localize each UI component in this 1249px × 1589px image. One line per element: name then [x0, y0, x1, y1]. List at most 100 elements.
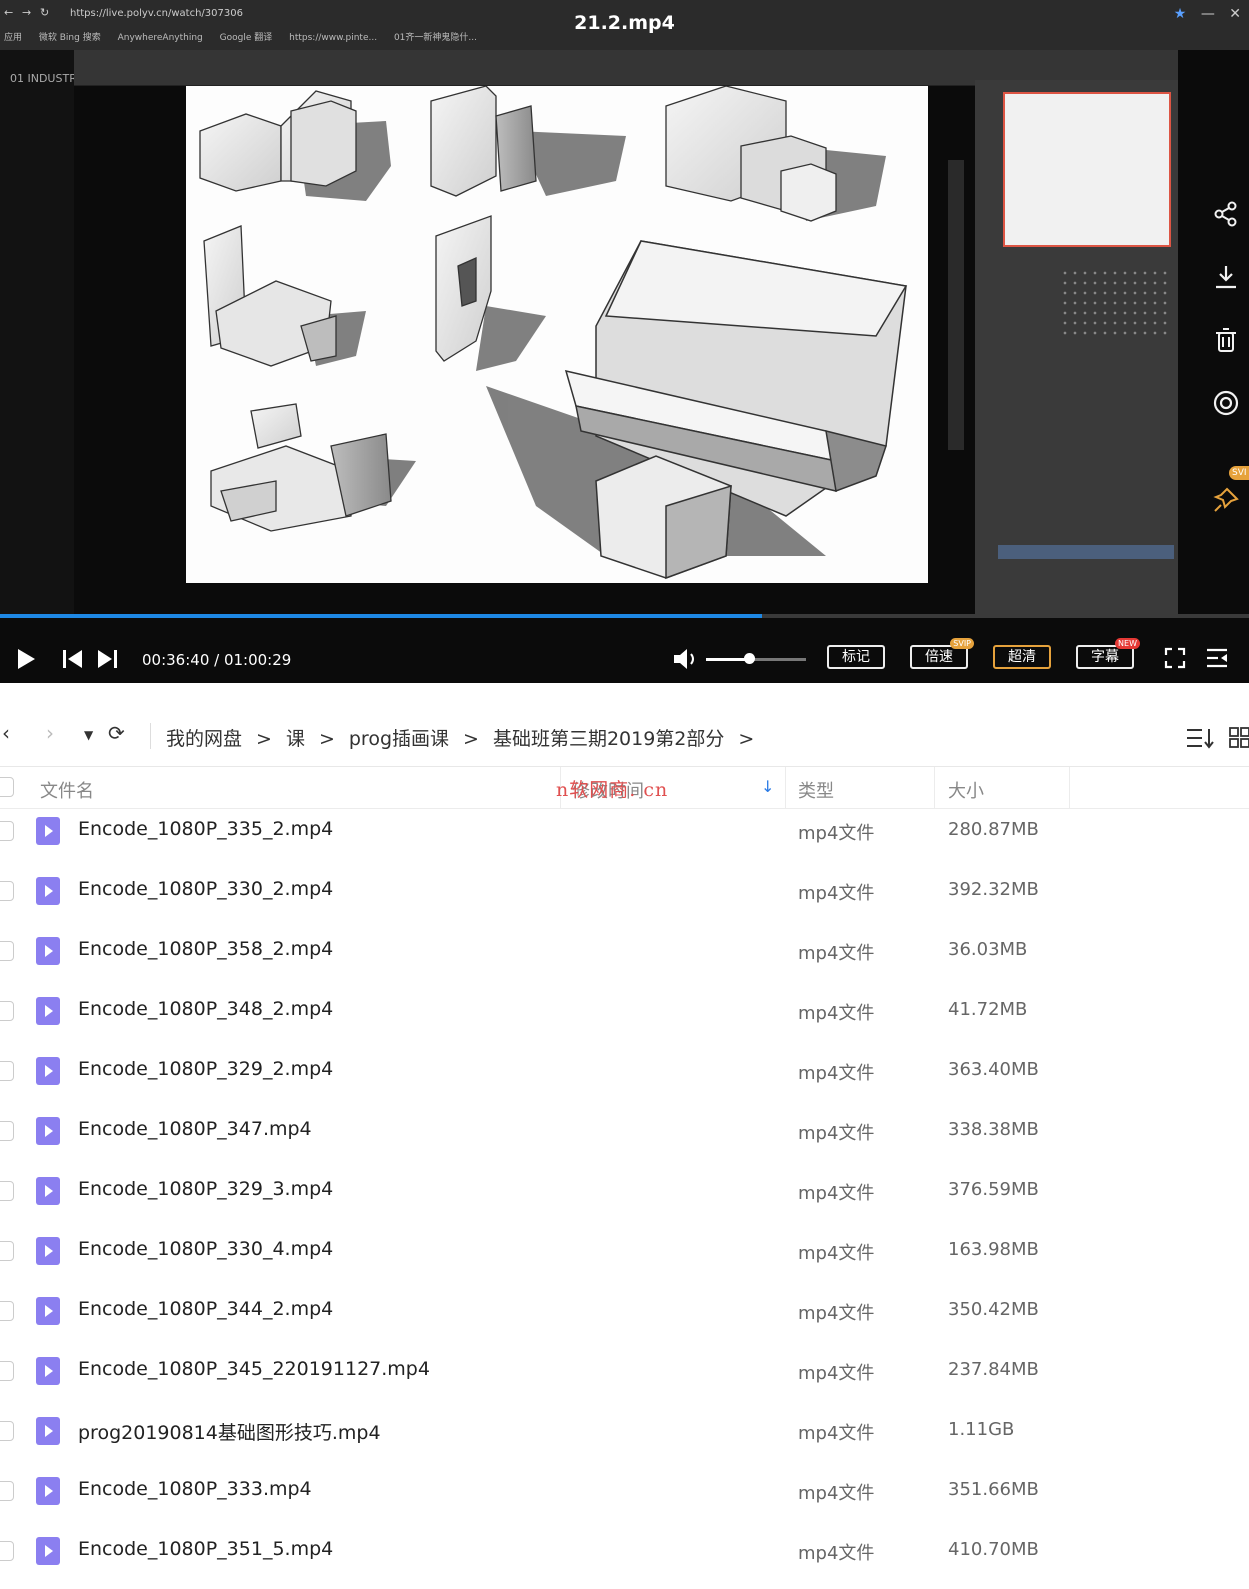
volume-icon[interactable] [672, 647, 700, 671]
progress-bar[interactable] [0, 614, 1249, 618]
back-icon[interactable]: ‹ [2, 721, 10, 745]
row-checkbox[interactable] [0, 1001, 14, 1021]
file-type: mp4文件 [798, 943, 875, 964]
file-name[interactable]: Encode_1080P_358_2.mp4 [78, 938, 333, 960]
row-checkbox[interactable] [0, 1541, 14, 1561]
bookmark-item: 01齐一新神鬼隐什... [393, 33, 477, 43]
file-name[interactable]: Encode_1080P_330_2.mp4 [78, 878, 333, 900]
forward-icon[interactable]: › [46, 721, 54, 745]
breadcrumb-item[interactable]: 课 [286, 728, 305, 750]
file-row[interactable]: Encode_1080P_329_2.mp4 mp4文件 363.40MB [0, 1049, 1249, 1109]
file-row[interactable]: Encode_1080P_335_2.mp4 mp4文件 280.87MB [0, 809, 1249, 869]
delete-icon[interactable] [1212, 326, 1240, 354]
video-title: 21.2.mp4 [574, 12, 675, 34]
video-file-icon [36, 1177, 60, 1205]
file-name[interactable]: Encode_1080P_344_2.mp4 [78, 1298, 333, 1320]
column-type[interactable]: 类型 [798, 777, 834, 803]
row-checkbox[interactable] [0, 1421, 14, 1441]
pin-icon[interactable] [1212, 486, 1240, 514]
file-row[interactable]: prog20190814基础图形技巧.mp4 mp4文件 1.11GB [0, 1409, 1249, 1469]
video-player[interactable]: ← → ↻ https://live.polyv.cn/watch/307306… [0, 0, 1249, 683]
file-row[interactable]: Encode_1080P_358_2.mp4 mp4文件 36.03MB [0, 929, 1249, 989]
file-size: 410.70MB [948, 1539, 1039, 1560]
video-frame-left-margin [0, 50, 74, 615]
file-name[interactable]: Encode_1080P_345_220191127.mp4 [78, 1358, 430, 1380]
file-name[interactable]: Encode_1080P_347.mp4 [78, 1118, 312, 1140]
fullscreen-icon[interactable] [1164, 647, 1186, 669]
progress-fill [0, 614, 762, 618]
share-icon[interactable] [1212, 200, 1240, 228]
row-checkbox[interactable] [0, 881, 14, 901]
sort-icon[interactable] [1186, 727, 1214, 749]
watermark: n软网商. cn [556, 779, 669, 801]
file-name[interactable]: Encode_1080P_329_2.mp4 [78, 1058, 333, 1080]
row-checkbox[interactable] [0, 1361, 14, 1381]
file-name[interactable]: Encode_1080P_330_4.mp4 [78, 1238, 333, 1260]
breadcrumb-separator: > [463, 728, 479, 750]
file-manager: ‹ › ▼ ⟳ 我的网盘 > 课 > prog插画课 > 基础班第三期2019第2部分 > 文… [0, 683, 1249, 1571]
video-file-icon [36, 1057, 60, 1085]
quality-button[interactable]: 超清 [993, 645, 1051, 669]
select-all-checkbox[interactable] [0, 777, 14, 797]
file-row[interactable]: Encode_1080P_345_220191127.mp4 mp4文件 237.8… [0, 1349, 1249, 1409]
file-type: mp4文件 [798, 1063, 875, 1084]
breadcrumb-separator: > [318, 728, 335, 750]
row-checkbox[interactable] [0, 1121, 14, 1141]
mark-button[interactable]: 标记 [827, 645, 885, 669]
play-icon[interactable] [16, 648, 36, 670]
row-checkbox[interactable] [0, 821, 14, 841]
download-icon[interactable] [1212, 263, 1240, 291]
file-row[interactable]: Encode_1080P_347.mp4 mp4文件 338.38MB [0, 1109, 1249, 1169]
history-dropdown-icon[interactable]: ▼ [84, 728, 93, 742]
ps-navigator-thumbnail [1003, 92, 1171, 247]
column-name[interactable]: 文件名 [40, 777, 94, 803]
bookmark-item: Google 翻译 [219, 33, 273, 43]
row-checkbox[interactable] [0, 1061, 14, 1081]
file-row[interactable]: Encode_1080P_348_2.mp4 mp4文件 41.72MB [0, 989, 1249, 1049]
row-checkbox[interactable] [0, 1181, 14, 1201]
row-checkbox[interactable] [0, 1241, 14, 1261]
file-name[interactable]: prog20190814基础图形技巧.mp4 [78, 1418, 381, 1445]
file-row[interactable]: Encode_1080P_344_2.mp4 mp4文件 350.42MB [0, 1289, 1249, 1349]
row-checkbox[interactable] [0, 1481, 14, 1501]
file-row[interactable]: Encode_1080P_330_4.mp4 mp4文件 163.98MB [0, 1229, 1249, 1289]
svip-badge: SVIP [950, 638, 974, 649]
row-checkbox[interactable] [0, 1301, 14, 1321]
grid-view-icon[interactable] [1229, 727, 1249, 749]
file-row[interactable]: Encode_1080P_330_2.mp4 mp4文件 392.32MB [0, 869, 1249, 929]
volume-slider[interactable] [706, 658, 806, 661]
sort-descending-icon[interactable]: ↓ [761, 777, 774, 796]
breadcrumb-item[interactable]: prog插画课 [349, 728, 449, 750]
file-size: 1.11GB [948, 1419, 1015, 1440]
bookmark-item: 微软 Bing 搜索 [38, 33, 101, 43]
playlist-icon[interactable] [1205, 647, 1229, 669]
subtitle-button[interactable]: 字幕 NEW [1076, 638, 1140, 669]
column-size[interactable]: 大小 [948, 777, 984, 803]
volume-knob[interactable] [744, 653, 755, 664]
settings-ring-icon[interactable] [1212, 389, 1240, 417]
file-row[interactable]: Encode_1080P_351_5.mp4 mp4文件 410.70MB [0, 1529, 1249, 1589]
file-name[interactable]: Encode_1080P_329_3.mp4 [78, 1178, 333, 1200]
next-icon[interactable] [96, 649, 118, 669]
column-divider [1069, 767, 1070, 809]
row-checkbox[interactable] [0, 941, 14, 961]
file-row[interactable]: Encode_1080P_333.mp4 mp4文件 351.66MB [0, 1469, 1249, 1529]
breadcrumb: 我的网盘 > 课 > prog插画课 > 基础班第三期2019第2部分 > [166, 724, 768, 751]
file-name[interactable]: Encode_1080P_348_2.mp4 [78, 998, 333, 1020]
ps-toolbox [948, 160, 964, 450]
video-file-icon [36, 1237, 60, 1265]
file-name[interactable]: Encode_1080P_335_2.mp4 [78, 818, 333, 840]
file-size: 376.59MB [948, 1179, 1039, 1200]
refresh-icon[interactable]: ⟳ [108, 721, 125, 745]
previous-icon[interactable] [62, 649, 84, 669]
file-name[interactable]: Encode_1080P_351_5.mp4 [78, 1538, 333, 1560]
breadcrumb-item[interactable]: 基础班第三期2019第2部分 [493, 728, 724, 750]
breadcrumb-item[interactable]: 我的网盘 [166, 728, 242, 750]
speed-button[interactable]: 倍速 SVIP [910, 638, 974, 669]
file-row[interactable]: Encode_1080P_329_3.mp4 mp4文件 376.59MB [0, 1169, 1249, 1229]
file-size: 392.32MB [948, 879, 1039, 900]
video-file-icon [36, 817, 60, 845]
toolbar-divider [150, 723, 151, 749]
file-type: mp4文件 [798, 1423, 875, 1444]
file-name[interactable]: Encode_1080P_333.mp4 [78, 1478, 312, 1500]
